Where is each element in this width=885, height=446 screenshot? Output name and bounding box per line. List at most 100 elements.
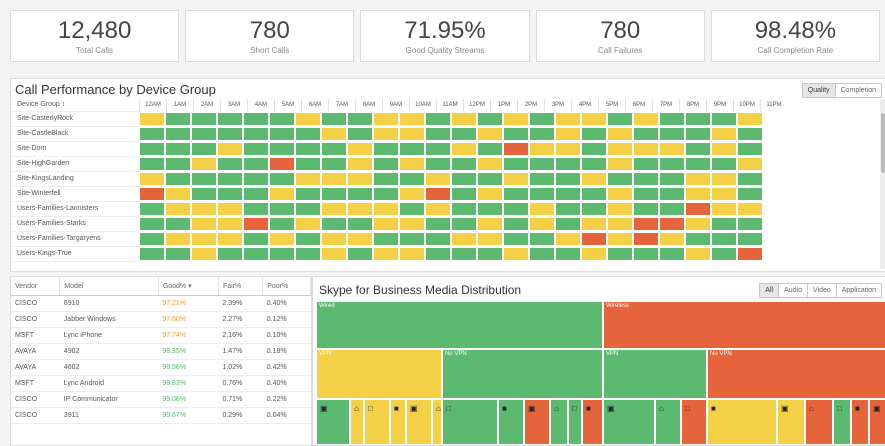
heatmap-cell[interactable] xyxy=(607,232,633,246)
heatmap-cell[interactable] xyxy=(139,112,165,126)
treemap-app-tile[interactable]: □ xyxy=(833,399,851,445)
heatmap-cell[interactable] xyxy=(139,157,165,171)
treemap-block[interactable]: Wired xyxy=(316,301,603,349)
heatmap-cell[interactable] xyxy=(477,247,503,261)
heatmap-cell[interactable] xyxy=(191,157,217,171)
heatmap-cell[interactable] xyxy=(243,127,269,141)
heatmap-cell[interactable] xyxy=(347,127,373,141)
heatmap-cell[interactable] xyxy=(321,202,347,216)
heatmap-cell[interactable] xyxy=(243,232,269,246)
heatmap-cell[interactable] xyxy=(633,142,659,156)
device-group-label[interactable]: Site-HighGarden xyxy=(11,157,139,172)
scrollbar-thumb[interactable] xyxy=(881,113,885,173)
heatmap-cell[interactable] xyxy=(191,187,217,201)
treemap-app-tile[interactable]: ▣ xyxy=(406,399,432,445)
treemap-app-tile[interactable]: □ xyxy=(442,399,498,445)
heatmap-cell[interactable] xyxy=(685,202,711,216)
heatmap-cell[interactable] xyxy=(633,127,659,141)
heatmap-cell[interactable] xyxy=(269,202,295,216)
heatmap-cell[interactable] xyxy=(321,112,347,126)
heatmap-cell[interactable] xyxy=(399,157,425,171)
heatmap-cell[interactable] xyxy=(191,232,217,246)
heatmap-cell[interactable] xyxy=(139,202,165,216)
heatmap-cell[interactable] xyxy=(321,142,347,156)
treemap-block[interactable]: No VPN xyxy=(707,349,885,399)
heatmap-cell[interactable] xyxy=(269,157,295,171)
toggle-audio[interactable]: Audio xyxy=(778,284,807,297)
heatmap-cell[interactable] xyxy=(711,142,737,156)
heatmap-cell[interactable] xyxy=(347,142,373,156)
kpi-call-failures[interactable]: 780 Call Failures xyxy=(535,10,705,62)
heatmap-cell[interactable] xyxy=(399,112,425,126)
heatmap-cell[interactable] xyxy=(503,142,529,156)
device-group-label[interactable]: Users-Families-Targaryens xyxy=(11,232,139,247)
treemap-block[interactable]: VPN xyxy=(316,349,442,399)
heatmap-cell[interactable] xyxy=(373,232,399,246)
heatmap-cell[interactable] xyxy=(529,112,555,126)
heatmap-cell[interactable] xyxy=(477,232,503,246)
heatmap-cell[interactable] xyxy=(555,142,581,156)
heatmap-cell[interactable] xyxy=(607,247,633,261)
heatmap-cell[interactable] xyxy=(451,112,477,126)
heatmap-cell[interactable] xyxy=(243,202,269,216)
treemap-app-tile[interactable]: ■ xyxy=(582,399,603,445)
heatmap-cell[interactable] xyxy=(347,232,373,246)
heatmap-cell[interactable] xyxy=(295,217,321,231)
heatmap-cell[interactable] xyxy=(503,247,529,261)
table-row[interactable]: CISCO IP Communicator 99.06% 0.71% 0.22% xyxy=(11,391,311,408)
heatmap-cell[interactable] xyxy=(139,247,165,261)
device-group-label[interactable]: Site-KingsLanding xyxy=(11,172,139,187)
heatmap-cell[interactable] xyxy=(217,187,243,201)
table-row[interactable]: CISCO 3911 99.67% 0.29% 0.04% xyxy=(11,407,311,424)
table-row[interactable]: AVAYA 4902 98.35% 1.47% 0.18% xyxy=(11,343,311,360)
heatmap-cell[interactable] xyxy=(503,232,529,246)
heatmap-cell[interactable] xyxy=(165,142,191,156)
heatmap-cell[interactable] xyxy=(191,172,217,186)
heatmap-cell[interactable] xyxy=(191,217,217,231)
heatmap-cell[interactable] xyxy=(451,142,477,156)
heatmap-cell[interactable] xyxy=(217,172,243,186)
heatmap-cell[interactable] xyxy=(529,172,555,186)
heatmap-cell[interactable] xyxy=(529,127,555,141)
heatmap-cell[interactable] xyxy=(321,232,347,246)
heatmap-cell[interactable] xyxy=(685,247,711,261)
heatmap-cell[interactable] xyxy=(451,202,477,216)
heatmap-cell[interactable] xyxy=(425,142,451,156)
heatmap-cell[interactable] xyxy=(685,232,711,246)
kpi-good-quality[interactable]: 71.95% Good Quality Streams xyxy=(360,10,530,62)
heatmap-cell[interactable] xyxy=(555,172,581,186)
treemap-app-tile[interactable]: ⌂ xyxy=(655,399,681,445)
heatmap-cell[interactable] xyxy=(217,247,243,261)
toggle-video[interactable]: Video xyxy=(806,284,836,297)
treemap-app-tile[interactable]: □ xyxy=(568,399,582,445)
heatmap-cell[interactable] xyxy=(737,127,763,141)
heatmap-cell[interactable] xyxy=(399,217,425,231)
heatmap-cell[interactable] xyxy=(347,187,373,201)
heatmap-cell[interactable] xyxy=(633,217,659,231)
heatmap-cell[interactable] xyxy=(295,172,321,186)
heatmap-cell[interactable] xyxy=(139,232,165,246)
heatmap-cell[interactable] xyxy=(633,172,659,186)
heatmap-cell[interactable] xyxy=(581,127,607,141)
heatmap-cell[interactable] xyxy=(165,217,191,231)
heatmap-cell[interactable] xyxy=(243,142,269,156)
heatmap-cell[interactable] xyxy=(581,202,607,216)
heatmap-cell[interactable] xyxy=(373,127,399,141)
heatmap-cell[interactable] xyxy=(295,232,321,246)
heatmap-cell[interactable] xyxy=(607,127,633,141)
heatmap-cell[interactable] xyxy=(555,157,581,171)
treemap-app-tile[interactable]: ■ xyxy=(707,399,777,445)
heatmap-cell[interactable] xyxy=(425,187,451,201)
treemap-app-tile[interactable]: ⌂ xyxy=(550,399,568,445)
treemap-app-tile[interactable]: ▣ xyxy=(777,399,805,445)
heatmap-cell[interactable] xyxy=(633,112,659,126)
heatmap-cell[interactable] xyxy=(269,187,295,201)
heatmap-cell[interactable] xyxy=(607,172,633,186)
heatmap-cell[interactable] xyxy=(425,217,451,231)
heatmap-cell[interactable] xyxy=(607,112,633,126)
heatmap-cell[interactable] xyxy=(737,217,763,231)
heatmap-cell[interactable] xyxy=(165,112,191,126)
heatmap-cell[interactable] xyxy=(711,187,737,201)
heatmap-cell[interactable] xyxy=(659,217,685,231)
heatmap-cell[interactable] xyxy=(139,142,165,156)
